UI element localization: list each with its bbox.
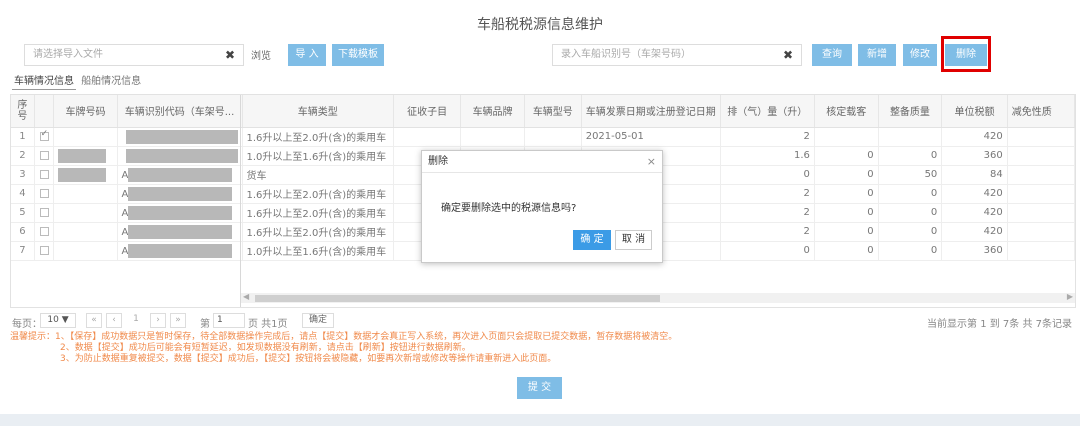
close-icon[interactable]: × [647, 155, 656, 168]
dialog-title: 删除 [422, 151, 662, 173]
delete-confirm-dialog: 删除 × 确定要删除选中的税源信息吗? 确 定 取 消 [421, 150, 663, 263]
dialog-cancel-button[interactable]: 取 消 [615, 230, 652, 250]
dialog-message: 确定要删除选中的税源信息吗? [441, 203, 577, 214]
dialog-ok-button[interactable]: 确 定 [573, 230, 611, 250]
modal-overlay: 删除 × 确定要删除选中的税源信息吗? 确 定 取 消 [0, 0, 1080, 426]
